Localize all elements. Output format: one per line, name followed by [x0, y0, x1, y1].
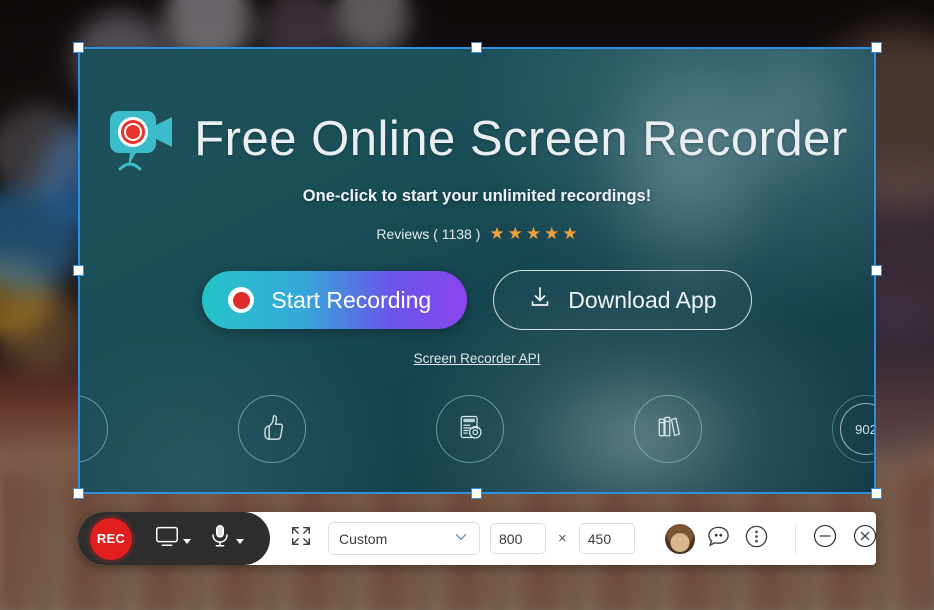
star-icon: ★	[562, 224, 578, 243]
chat-button[interactable]	[705, 525, 733, 553]
toolbar-divider	[794, 523, 796, 554]
toolbar-right-section: Custom ×	[270, 512, 876, 565]
selection-handle-top-right[interactable]	[871, 42, 882, 53]
feature-thumbs-up[interactable]	[238, 395, 306, 463]
selection-handle-middle-right[interactable]	[871, 265, 882, 276]
close-button[interactable]	[850, 524, 876, 554]
fullscreen-button[interactable]	[284, 522, 318, 556]
region-preset-value: Custom	[339, 530, 388, 547]
feature-screenshot[interactable]	[436, 395, 504, 463]
rec-button[interactable]: REC	[90, 517, 132, 560]
download-icon	[528, 285, 552, 315]
cta-row: Start Recording Download App	[78, 270, 876, 330]
selection-handle-bottom-center[interactable]	[471, 488, 482, 499]
download-app-label: Download App	[568, 286, 717, 313]
screenshot-document-icon	[456, 413, 484, 446]
page-subtitle: One-click to start your unlimited record…	[302, 187, 652, 205]
feature-icons-row: 902	[78, 395, 876, 463]
selection-handle-bottom-right[interactable]	[871, 488, 882, 499]
selection-handle-top-left[interactable]	[73, 42, 84, 53]
screen-recorder-capture-screen: Free Online Screen Recorder One-click to…	[0, 0, 934, 610]
chat-bubble-icon	[706, 524, 731, 554]
feature-counter[interactable]: 902	[832, 395, 876, 463]
camcorder-record-logo-icon	[106, 103, 178, 175]
feature-counter-label: 902	[855, 421, 876, 437]
toolbar-left-section: REC	[78, 512, 270, 565]
page-title: Free Online Screen Recorder	[194, 112, 848, 166]
rating-stars: ★ ★ ★ ★ ★	[489, 224, 577, 244]
hero-section: Free Online Screen Recorder One-click to…	[78, 47, 876, 368]
minimize-button[interactable]	[810, 524, 840, 554]
start-recording-label: Start Recording	[271, 286, 432, 313]
record-dot-icon	[228, 287, 255, 313]
screen-source-selector[interactable]	[146, 523, 199, 554]
screen-recorder-api-link[interactable]: Screen Recorder API	[414, 351, 541, 366]
region-preset-select[interactable]: Custom	[328, 522, 480, 555]
selection-handle-middle-left[interactable]	[73, 265, 84, 276]
star-icon: ★	[507, 224, 523, 243]
microphone-icon	[207, 523, 233, 554]
feature-library[interactable]	[634, 395, 702, 463]
star-icon: ★	[544, 224, 560, 243]
chevron-down-icon	[236, 539, 244, 544]
recorder-toolbar: REC Custom 800 × 450	[78, 512, 876, 565]
selection-handle-top-center[interactable]	[471, 42, 482, 53]
feature-partial-left-circle[interactable]	[78, 395, 108, 463]
thumbs-up-icon	[257, 412, 287, 447]
download-app-button[interactable]: Download App	[493, 270, 752, 330]
close-icon	[852, 523, 876, 554]
more-vertical-icon	[744, 524, 769, 554]
books-icon	[654, 413, 682, 446]
start-recording-button[interactable]: Start Recording	[202, 271, 468, 329]
chevron-down-icon	[183, 539, 191, 544]
width-input[interactable]	[490, 523, 546, 554]
user-avatar[interactable]	[664, 523, 695, 554]
star-icon: ★	[489, 224, 505, 243]
dimension-separator: ×	[558, 530, 567, 547]
reviews-label: Reviews ( 1138 )	[376, 226, 481, 242]
star-icon: ★	[525, 224, 542, 243]
minimize-icon	[812, 523, 838, 554]
reviews-block: Reviews ( 1138 ) ★ ★ ★ ★ ★	[78, 224, 876, 244]
monitor-icon	[154, 523, 180, 554]
height-input[interactable]	[578, 523, 635, 554]
microphone-selector[interactable]	[199, 523, 252, 554]
capture-region-content: Free Online Screen Recorder One-click to…	[78, 47, 876, 494]
fullscreen-expand-icon	[289, 524, 313, 553]
hero-title-row: Free Online Screen Recorder	[78, 47, 876, 175]
more-options-button[interactable]	[743, 525, 771, 553]
selection-handle-bottom-left[interactable]	[73, 488, 84, 499]
chevron-down-icon	[453, 529, 469, 548]
